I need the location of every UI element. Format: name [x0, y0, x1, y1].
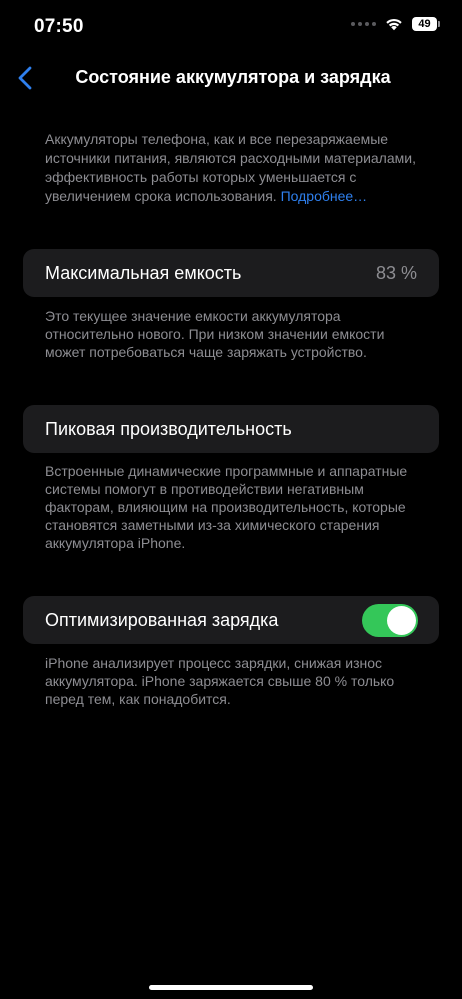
max-capacity-footnote: Это текущее значение емкости аккумулятор… — [45, 308, 385, 360]
max-capacity-value: 83 % — [375, 262, 417, 283]
peak-performance-label: Пиковая производительность — [45, 418, 292, 439]
status-time: 07:50 — [34, 16, 84, 37]
status-indicators: 49 — [351, 17, 440, 31]
intro-text: Аккумуляторы телефона, как и все перезар… — [45, 130, 425, 206]
max-capacity-row: Максимальная емкость 83 % — [23, 249, 439, 297]
optimized-charging-label: Оптимизированная зарядка — [45, 609, 279, 630]
optimized-charging-footnote: iPhone анализирует процесс зарядки, сниж… — [45, 655, 395, 707]
status-bar: 07:50 49 — [0, 0, 462, 52]
optimized-charging-toggle[interactable] — [362, 603, 418, 637]
battery-icon: 49 — [412, 17, 440, 31]
peak-performance-footnote: Встроенные динамические программные и ап… — [45, 463, 408, 551]
peak-performance-row: Пиковая производительность — [23, 405, 439, 453]
cellular-signal-icon — [351, 22, 376, 26]
learn-more-link[interactable]: Подробнее… — [281, 188, 368, 204]
page-title: Состояние аккумулятора и зарядка — [75, 67, 391, 87]
max-capacity-label: Максимальная емкость — [45, 262, 242, 283]
optimized-charging-row: Оптимизированная зарядка — [23, 596, 439, 644]
navigation-bar: Состояние аккумулятора и зарядка — [0, 56, 462, 100]
toggle-knob — [387, 605, 416, 635]
wifi-icon — [386, 18, 402, 31]
home-indicator[interactable] — [149, 985, 313, 990]
